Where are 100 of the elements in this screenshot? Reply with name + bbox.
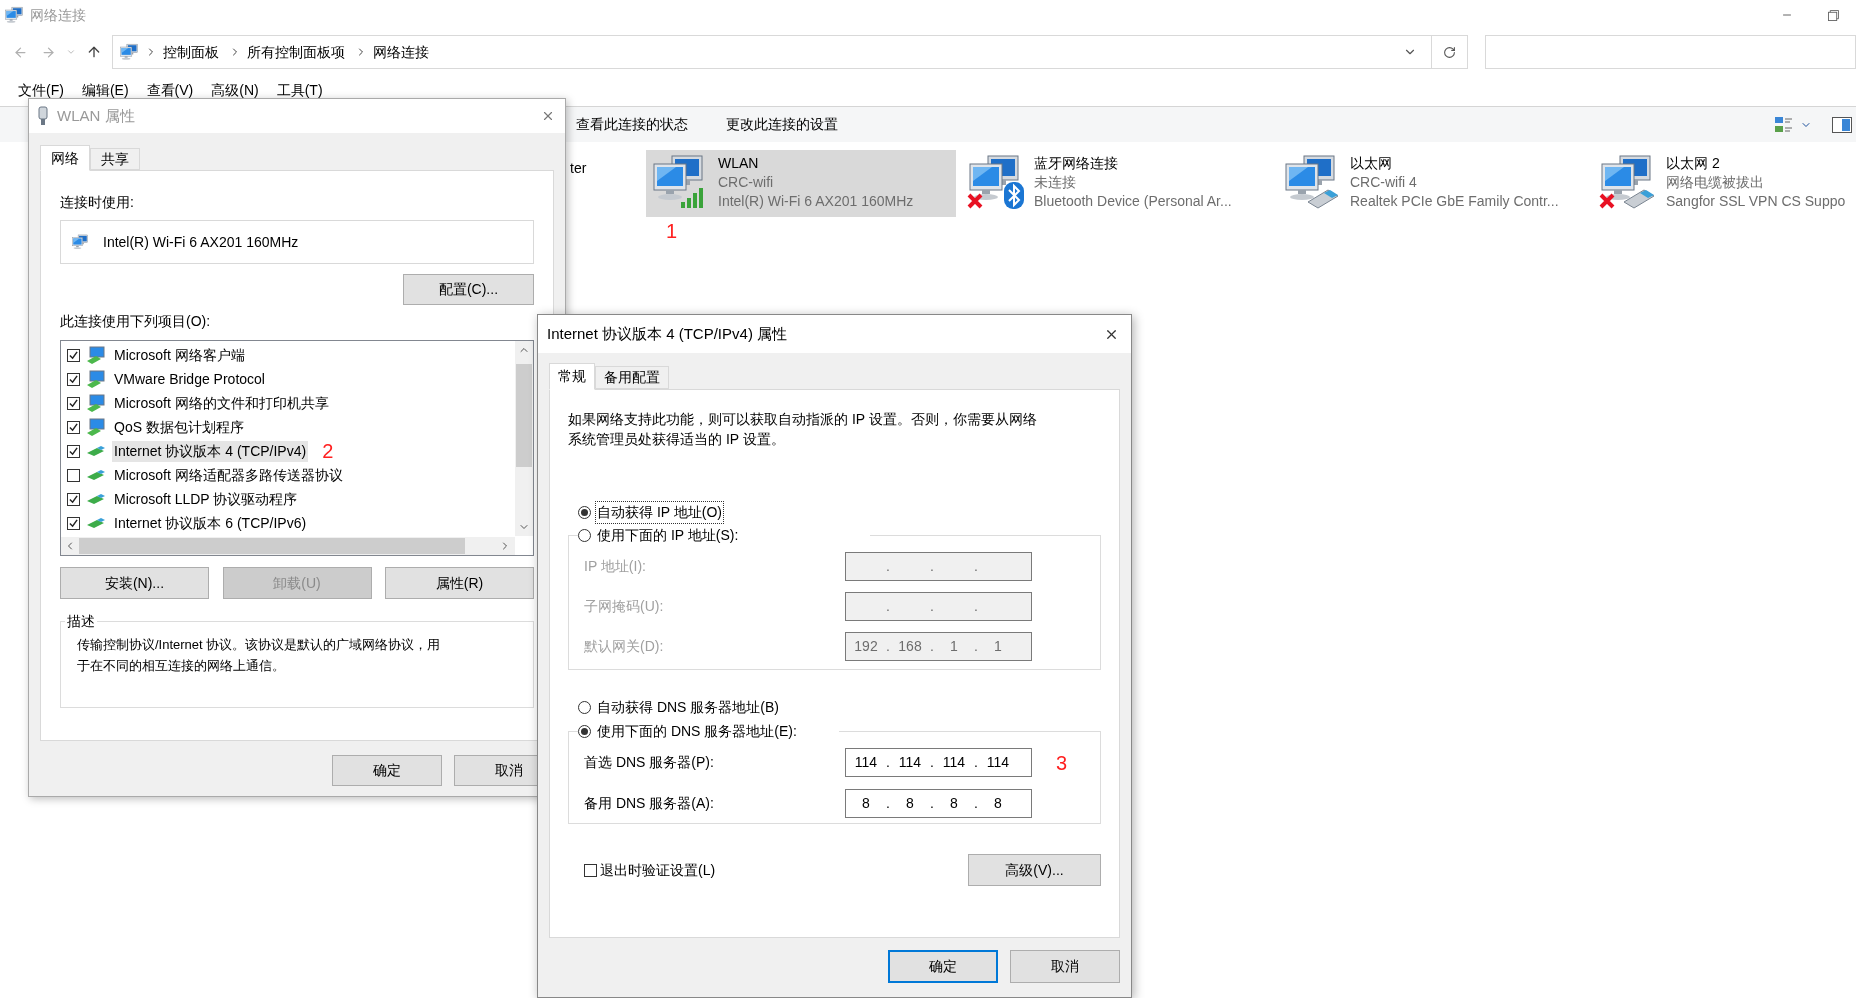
annotation-number: 3 [1056, 751, 1068, 774]
cable-icon [86, 445, 106, 457]
tab[interactable]: 共享 [90, 148, 140, 170]
field-label: IP 地址(I): [584, 556, 647, 576]
vertical-scrollbar[interactable] [515, 341, 533, 536]
menu-item[interactable]: 工具(T) [276, 79, 323, 101]
connection-name: ter [570, 160, 587, 176]
computer-cable-icon [86, 346, 106, 364]
group-label: 描述 [66, 612, 96, 631]
address-bar[interactable]: 控制面板 所有控制面板项 网络连接 [112, 35, 1432, 69]
network-computers-icon [4, 6, 24, 24]
computer-cable-icon [86, 418, 106, 436]
menu-item[interactable]: 文件(F) [18, 79, 64, 101]
dialog-button[interactable]: 属性(R) [385, 567, 534, 599]
radio-label: 使用下面的 IP 地址(S): [596, 525, 740, 545]
breadcrumb-item[interactable]: 所有控制面板项 [247, 41, 345, 63]
device-name: Intel(R) Wi-Fi 6 AX201 160MHz [718, 192, 914, 211]
breadcrumb-item[interactable]: 网络连接 [373, 41, 429, 63]
scrollbar-thumb[interactable] [79, 538, 465, 554]
menu-item[interactable]: 高级(N) [211, 79, 259, 101]
field-label: 子网掩码(U): [584, 596, 665, 616]
cable-plug-icon [1622, 188, 1656, 210]
annotation-number: 1 [666, 220, 678, 242]
refresh-button[interactable] [1432, 35, 1468, 69]
field-label: 此连接使用下列项目(O): [60, 312, 212, 331]
signal-bars-icon [680, 186, 704, 208]
ok-button[interactable]: 确定 [332, 755, 442, 786]
connection-status: 网络电缆被拔出 [1666, 173, 1765, 192]
network-computers-icon [966, 154, 1022, 202]
connection-status: CRC-wifi [718, 173, 775, 192]
checkbox[interactable] [67, 348, 80, 362]
dialog-title: WLAN 属性 [57, 105, 135, 126]
connection-name: 蓝牙网络连接 [1034, 154, 1119, 173]
network-computers-icon [71, 234, 89, 250]
menu-item[interactable]: 查看(V) [146, 79, 194, 101]
cable-icon [86, 469, 106, 481]
connection-name: 以太网 2 [1666, 154, 1721, 173]
horizontal-scrollbar[interactable] [61, 537, 515, 555]
device-name: Sangfor SSL VPN CS Suppo [1666, 192, 1846, 211]
cancel-button[interactable]: 取消 [1010, 950, 1120, 983]
scrollbar-thumb[interactable] [516, 364, 532, 467]
radio-button[interactable] [578, 505, 591, 519]
checkbox[interactable] [67, 516, 80, 530]
radio-label: 自动获得 DNS 服务器地址(B) [596, 697, 780, 717]
tab[interactable]: 网络 [40, 145, 90, 171]
radio-button[interactable] [578, 724, 591, 738]
search-field[interactable] [1485, 35, 1856, 69]
radio-button[interactable] [578, 528, 591, 542]
checkbox[interactable] [67, 396, 80, 410]
checkbox-label: 退出时验证设置(L) [600, 860, 716, 880]
menu-item[interactable]: 编辑(E) [81, 79, 129, 101]
connection-status: CRC-wifi 4 [1350, 173, 1418, 192]
cable-plug-icon [1306, 188, 1340, 210]
description-text: 传输控制协议/Internet 协议。该协议是默认的广域网络协议，用于在不同的相互连接的网络上通信。 [77, 636, 442, 675]
network-computers-icon [119, 43, 139, 61]
annotation-number: 2 [322, 440, 334, 462]
refresh-icon [1443, 45, 1456, 59]
tab[interactable]: 备用配置 [595, 366, 669, 389]
restore-icon [1827, 9, 1839, 21]
arrow-right-icon [40, 44, 56, 60]
network-computers-icon [650, 154, 706, 202]
field-label: 默认网关(D): [584, 636, 665, 656]
ip-address-field[interactable]: 8 . 8 . 8 . 8 [845, 789, 1032, 818]
connection-status: 未连接 [1034, 173, 1077, 192]
radio-label: 使用下面的 DNS 服务器地址(E): [596, 721, 798, 741]
network-computers-icon [1598, 154, 1654, 202]
command-button[interactable]: 查看此连接的状态 [576, 114, 688, 135]
list-item[interactable]: Internet 协议版本 4 (TCP/IPv4) [112, 440, 309, 462]
configure-button[interactable]: 配置(C)... [403, 274, 534, 305]
device-name: Bluetooth Device (Personal Ar... [1034, 192, 1232, 211]
dialog-title: Internet 协议版本 4 (TCP/IPv4) 属性 [547, 323, 788, 344]
adapter-name: Intel(R) Wi-Fi 6 AX201 160MHz [103, 232, 299, 252]
command-button[interactable]: 更改此连接的设置 [726, 114, 838, 135]
ok-button[interactable]: 确定 [888, 950, 998, 983]
checkbox[interactable] [67, 444, 80, 458]
checkbox[interactable] [67, 372, 80, 386]
cable-icon [86, 517, 106, 529]
window-title: 网络连接 [30, 5, 86, 25]
preview-pane-icon[interactable] [1832, 116, 1852, 133]
field-label: 首选 DNS 服务器(P): [584, 753, 715, 772]
chevron-down-icon [66, 47, 76, 57]
adapter-icon [37, 106, 49, 126]
advanced-button[interactable]: 高级(V)... [968, 854, 1101, 886]
bluetooth-icon [1004, 182, 1024, 209]
connection-name: WLAN [718, 154, 760, 173]
checkbox[interactable] [67, 468, 80, 482]
view-options-icon[interactable] [1774, 115, 1794, 134]
ip-address-field[interactable]: 114 . 114 . 114 . 114 [845, 748, 1032, 777]
intro-text: 如果网络支持此功能，则可以获取自动指派的 IP 设置。否则，你需要从网络系统管理员处获得适当的 IP 设置。 [568, 410, 1038, 449]
computer-cable-icon [86, 394, 106, 412]
tab[interactable]: 常规 [549, 363, 595, 390]
checkbox[interactable] [584, 863, 597, 877]
device-name: Realtek PCIe GbE Family Contr... [1350, 192, 1559, 211]
checkbox[interactable] [67, 420, 80, 434]
breadcrumb-item[interactable]: 控制面板 [163, 41, 219, 63]
field-label: 连接时使用: [60, 193, 135, 212]
dialog-button[interactable]: 安装(N)... [60, 567, 209, 599]
checkbox[interactable] [67, 492, 80, 506]
field-label: 备用 DNS 服务器(A): [584, 794, 715, 813]
radio-button[interactable] [578, 700, 591, 714]
